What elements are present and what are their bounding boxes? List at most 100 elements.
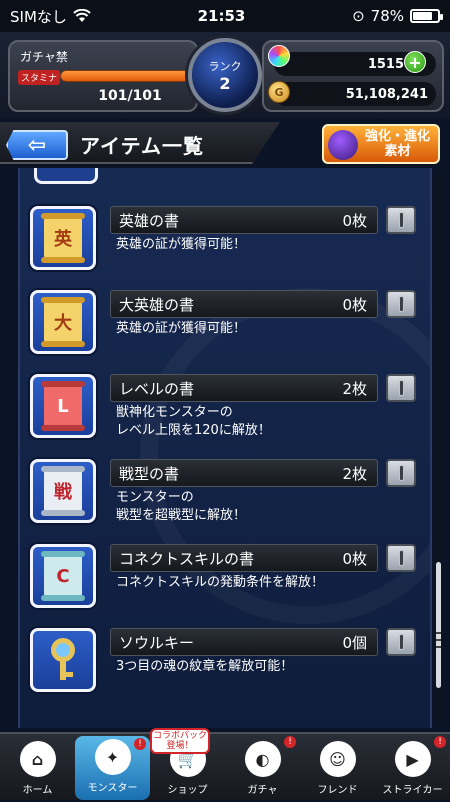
- rotation-lock-icon: ⊙: [352, 7, 365, 25]
- orb-icon: [268, 45, 290, 67]
- item-icon-frame[interactable]: C: [30, 544, 96, 608]
- scroll-grip-icon[interactable]: [436, 632, 441, 648]
- player-name: ガチャ禁: [20, 50, 68, 64]
- item-quantity: 0枚: [342, 211, 367, 230]
- item-list[interactable]: 英 英雄の書 0枚英雄の証が獲得可能！大 大英雄の書 0枚英雄の証が獲得可能！ L レベルの…: [18, 168, 432, 728]
- status-bar: SIMなし 21:53 ⊙ 78%: [0, 0, 450, 32]
- nav-item[interactable]: ◐ ガチャ!: [225, 734, 300, 802]
- info-button[interactable]: [386, 628, 416, 656]
- item-name: ソウルキー: [119, 633, 195, 652]
- item-description: 英雄の証が獲得可能！: [116, 321, 247, 336]
- item-name-bar: 戦型の書 2枚: [110, 459, 378, 487]
- info-icon: [398, 212, 404, 228]
- item-name: 戦型の書: [119, 464, 180, 483]
- nav-item[interactable]: ▶ ストライカー!: [375, 734, 450, 802]
- notification-badge-icon: !: [134, 738, 146, 750]
- partial-item-icon: [34, 168, 98, 184]
- add-orbs-button[interactable]: +: [404, 51, 426, 73]
- item-description: モンスターの 戦型を超戦型に解放！: [116, 490, 247, 523]
- clock: 21:53: [197, 7, 246, 25]
- scroll-gold-icon: 英: [41, 213, 85, 263]
- scroll-gold-icon: 大: [41, 297, 85, 347]
- item-name: コネクトスキルの書: [119, 549, 255, 568]
- monster-icon: ✦: [94, 739, 131, 775]
- item-name: 英雄の書: [119, 211, 180, 230]
- battery-icon: [410, 9, 443, 23]
- item-name-bar: 英雄の書 0枚: [110, 206, 378, 234]
- page-title: アイテム一覧: [80, 134, 204, 158]
- stamina-label: スタミナ: [18, 70, 61, 85]
- item-description: コネクトスキルの発動条件を解放！: [116, 575, 325, 590]
- item-quantity: 0個: [342, 633, 367, 652]
- evolution-material-icon: [328, 130, 358, 160]
- stamina-fill: [61, 71, 189, 81]
- scroll-teal-icon: C: [41, 551, 85, 601]
- nav-label: ストライカー: [382, 785, 443, 796]
- back-button[interactable]: ⇦: [6, 130, 68, 160]
- nav-item[interactable]: ⌂ ホーム: [0, 734, 75, 802]
- info-button[interactable]: [386, 544, 416, 572]
- info-icon: [398, 465, 404, 481]
- nav-item[interactable]: 🛒 ショップ コラボパック 登場！: [150, 728, 225, 802]
- friend-icon: ☺: [319, 741, 356, 777]
- battery-fill: [413, 12, 432, 20]
- item-name-bar: ソウルキー 0個: [110, 628, 378, 656]
- item-name-bar: 大英雄の書 0枚: [110, 290, 378, 318]
- back-arrow-icon: ⇦: [27, 132, 47, 158]
- wifi-icon: [73, 8, 91, 23]
- list-item[interactable]: L レベルの書 2枚獣神化モンスターの レベル上限を120に解放！: [30, 374, 428, 448]
- scrollbar-thumb[interactable]: [436, 562, 441, 688]
- scroll-red-icon: L: [41, 381, 85, 431]
- carrier-label: SIMなし: [10, 7, 67, 26]
- rank-badge[interactable]: ランク 2: [188, 38, 262, 112]
- evolution-materials-button[interactable]: 強化・進化 素材: [322, 124, 440, 164]
- item-description: 3つ目の魂の紋章を解放可能！: [116, 659, 294, 674]
- item-name-bar: レベルの書 2枚: [110, 374, 378, 402]
- info-button[interactable]: [386, 206, 416, 234]
- collab-pack-tag: コラボパック 登場！: [150, 728, 210, 754]
- stamina-bar: [60, 70, 190, 82]
- info-icon: [398, 296, 404, 312]
- item-quantity: 2枚: [342, 464, 367, 483]
- notification-badge-icon: !: [284, 736, 296, 748]
- item-icon-frame[interactable]: 戦: [30, 459, 96, 523]
- gold-count: 51,108,241: [274, 82, 436, 106]
- nav-label: ガチャ: [247, 785, 278, 796]
- player-panel[interactable]: ガチャ禁 スタミナ 101/101: [8, 40, 198, 112]
- item-icon-frame[interactable]: L: [30, 374, 96, 438]
- list-item[interactable]: 大 大英雄の書 0枚英雄の証が獲得可能！: [30, 290, 428, 364]
- nav-label: ショップ: [167, 785, 208, 796]
- item-name: 大英雄の書: [119, 295, 195, 314]
- item-icon-frame[interactable]: 大: [30, 290, 96, 354]
- list-item[interactable]: 英 英雄の書 0枚 英雄の証が獲得可能！: [30, 206, 428, 280]
- nav-label: モンスター: [87, 783, 138, 794]
- item-description: 獣神化モンスターの レベル上限を120に解放！: [116, 405, 271, 438]
- list-item[interactable]: C コネクトスキルの書 0枚コネクトスキルの発動条件を解放！: [30, 544, 428, 618]
- scroll-white-icon: 戦: [41, 466, 85, 516]
- item-quantity: 0枚: [342, 295, 367, 314]
- nav-item[interactable]: ✦ モンスター!: [75, 736, 150, 800]
- list-item[interactable]: 戦 戦型の書 2枚モンスターの 戦型を超戦型に解放！: [30, 459, 428, 533]
- nav-label: フレンド: [317, 785, 358, 796]
- home-icon: ⌂: [19, 741, 56, 777]
- item-icon-frame[interactable]: 英: [30, 206, 96, 270]
- nav-item[interactable]: ☺ フレンド: [300, 734, 375, 802]
- item-name: レベルの書: [119, 379, 195, 398]
- striker-icon: ▶: [394, 741, 431, 777]
- evolution-materials-label: 強化・進化 素材: [364, 129, 430, 159]
- battery-percent: 78%: [370, 7, 404, 25]
- info-button[interactable]: [386, 290, 416, 318]
- item-icon-frame[interactable]: [30, 628, 96, 692]
- info-button[interactable]: [386, 374, 416, 402]
- title-bar: ⇦ アイテム一覧 強化・進化 素材: [0, 118, 450, 168]
- info-icon: [398, 634, 404, 650]
- item-name-bar: コネクトスキルの書 0枚: [110, 544, 378, 572]
- info-button[interactable]: [386, 459, 416, 487]
- info-icon: [398, 380, 404, 396]
- rank-value: 2: [219, 73, 231, 93]
- bottom-nav: ⌂ ホーム ✦ モンスター! 🛒 ショップ コラボパック 登場！ ◐ ガチャ! ☺ フレンド ▶ ストラ…: [0, 728, 450, 802]
- list-item[interactable]: ソウルキー 0個 3つ目の魂の紋章を解放可能！: [30, 628, 428, 702]
- gacha-icon: ◐: [244, 741, 281, 777]
- stamina-value: 101/101: [98, 88, 162, 104]
- rank-label: ランク: [208, 59, 242, 73]
